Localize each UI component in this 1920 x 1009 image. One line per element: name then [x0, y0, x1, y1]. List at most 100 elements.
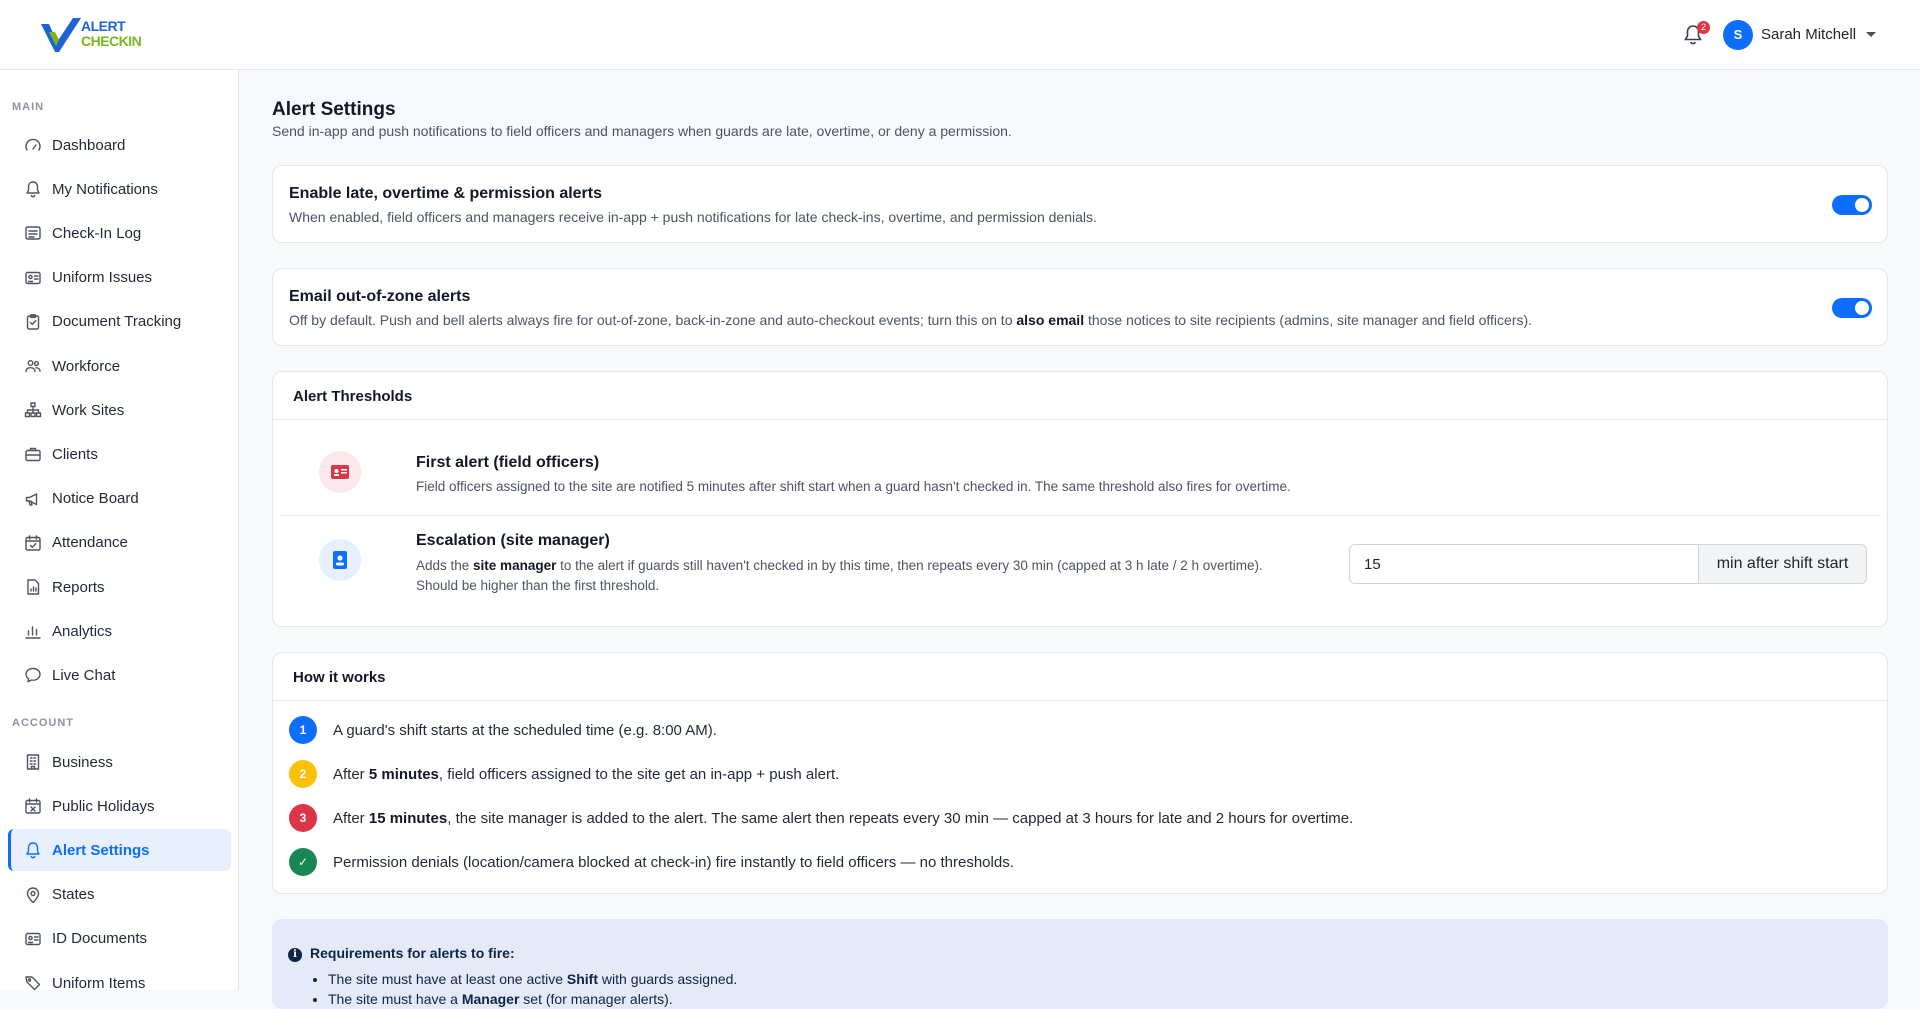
- requirements-callout: i Requirements for alerts to fire: The s…: [272, 919, 1888, 1009]
- bell-icon: [24, 180, 42, 198]
- sidebar-item-dashboard[interactable]: Dashboard: [8, 124, 231, 166]
- thresholds-header-title: Alert Thresholds: [293, 388, 413, 405]
- requirement-text-after: set (for manager alerts).: [519, 991, 673, 1007]
- logo-line-1: ALERT: [81, 18, 126, 34]
- page-subtitle: Send in-app and push notifications to fi…: [272, 123, 1012, 139]
- sidebar-item-label: Check-In Log: [52, 224, 142, 242]
- step-text-after: , the site manager is added to the alert…: [447, 809, 1354, 827]
- step-text: Permission denials (location/camera bloc…: [333, 854, 1014, 871]
- sidebar-item-label: Notice Board: [52, 490, 139, 508]
- sidebar-item-label: States: [52, 886, 95, 904]
- briefcase-icon: [24, 445, 42, 463]
- sidebar-item-analytics[interactable]: Analytics: [8, 610, 231, 652]
- map-pin-icon: [24, 886, 42, 904]
- step-text: After 5 minutes, field officers assigned…: [333, 766, 839, 783]
- sidebar-item-business[interactable]: Business: [8, 741, 231, 783]
- escalation-desc-bold: site manager: [473, 558, 557, 573]
- sidebar-item-label: Clients: [52, 445, 98, 463]
- bar-chart-icon: [24, 622, 42, 640]
- sidebar-item-label: My Notifications: [52, 180, 158, 198]
- requirement-text-bold: Shift: [566, 971, 599, 987]
- sidebar-item-notice-board[interactable]: Notice Board: [8, 478, 231, 520]
- sidebar-item-states[interactable]: States: [8, 874, 231, 916]
- user-name[interactable]: Sarah Mitchell: [1761, 26, 1856, 43]
- calendar-check-icon: [24, 534, 42, 552]
- sidebar-item-label: Live Chat: [52, 666, 116, 684]
- escalation-desc-text: Adds the: [416, 558, 474, 573]
- how-it-works-step: ✓ Permission denials (location/camera blo…: [289, 847, 1014, 877]
- email-alerts-toggle[interactable]: [1832, 298, 1872, 318]
- step-text-before: After: [333, 765, 369, 783]
- sidebar-item-label: Public Holidays: [52, 797, 155, 815]
- chat-icon: [24, 666, 42, 684]
- step-text-before: After: [333, 809, 369, 827]
- requirement-text-before: The site must have at least one active: [328, 971, 567, 987]
- sidebar-item-document-tracking[interactable]: Document Tracking: [8, 301, 231, 343]
- sidebar-item-check-in-log[interactable]: Check-In Log: [8, 212, 231, 254]
- alert-thresholds-card: Alert Thresholds First alert (field offi…: [272, 371, 1888, 627]
- requirement-item: The site must have at least one active S…: [328, 969, 737, 989]
- escalation-minutes-input[interactable]: [1350, 545, 1698, 583]
- how-it-works-step: 2 After 5 minutes, field officers assigne…: [289, 759, 839, 789]
- sidebar-item-reports[interactable]: Reports: [8, 566, 231, 608]
- calendar-x-icon: [24, 797, 42, 815]
- step-number-badge: ✓: [289, 848, 317, 876]
- id-card-icon: [24, 269, 42, 287]
- sidebar-item-label: Workforce: [52, 357, 121, 375]
- notification-count-badge: 2: [1697, 21, 1710, 34]
- first-alert-title: First alert (field officers): [416, 454, 600, 471]
- sidebar-item-label: Analytics: [52, 622, 113, 640]
- report-file-icon: [24, 578, 42, 596]
- first-alert-description: Field officers assigned to the site are …: [416, 479, 1291, 494]
- logo-line-2: CHECKIN: [81, 33, 142, 49]
- threshold-divider: [281, 515, 1881, 516]
- late-alerts-card: Enable late, overtime & permission alert…: [272, 165, 1888, 243]
- sidebar-item-label: ID Documents: [52, 930, 148, 948]
- requirements-list: The site must have at least one active S…: [328, 969, 737, 1009]
- sidebar-item-uniform-issues[interactable]: Uniform Issues: [8, 257, 231, 299]
- escalation-minutes-input-group: min after shift start: [1349, 544, 1867, 584]
- sidebar-item-label: Uniform Items: [52, 974, 146, 992]
- sidebar-item-id-documents[interactable]: ID Documents: [8, 918, 231, 960]
- sidebar-item-label: Dashboard: [52, 136, 126, 154]
- app-logo[interactable]: ALERT CHECKIN: [41, 16, 156, 54]
- sidebar-item-label: Uniform Issues: [52, 269, 153, 287]
- user-avatar[interactable]: S: [1723, 20, 1753, 50]
- late-alerts-description: When enabled, field officers and manager…: [289, 209, 1097, 225]
- sidebar-item-alert-settings[interactable]: Alert Settings: [8, 829, 231, 872]
- sidebar-item-public-holidays[interactable]: Public Holidays: [8, 785, 231, 827]
- sitemap-icon: [24, 401, 42, 419]
- late-alerts-toggle[interactable]: [1832, 195, 1872, 215]
- step-text-bold: 15 minutes: [368, 809, 448, 827]
- sidebar-item-attendance[interactable]: Attendance: [8, 522, 231, 564]
- sidebar-item-label: Business: [52, 753, 113, 771]
- step-text-after: , field officers assigned to the site ge…: [438, 765, 840, 783]
- email-alerts-title: Email out-of-zone alerts: [289, 288, 471, 305]
- chevron-down-icon[interactable]: [1866, 32, 1876, 37]
- sidebar-item-workforce[interactable]: Workforce: [8, 345, 231, 387]
- email-alerts-card: Email out-of-zone alerts Off by default.…: [272, 268, 1888, 346]
- checkmark-logo-icon: [41, 18, 81, 52]
- sidebar-item-uniform-items[interactable]: Uniform Items: [8, 962, 231, 1004]
- sidebar-item-work-sites[interactable]: Work Sites: [8, 389, 231, 431]
- sidebar-item-my-notifications[interactable]: My Notifications: [8, 168, 231, 210]
- people-icon: [24, 357, 42, 375]
- how-it-works-title: How it works: [293, 669, 386, 686]
- step-text: After 15 minutes, the site manager is ad…: [333, 810, 1353, 827]
- top-bar: ALERT CHECKIN 2 S Sarah Mitchell: [0, 0, 1920, 70]
- escalation-desc-line2: Should be higher than the first threshol…: [416, 578, 660, 593]
- sidebar-item-live-chat[interactable]: Live Chat: [8, 654, 231, 696]
- step-number-badge: 2: [289, 760, 317, 788]
- requirement-text-bold: Manager: [461, 991, 520, 1007]
- sidebar-item-clients[interactable]: Clients: [8, 433, 231, 475]
- list-card-icon: [24, 224, 42, 242]
- id-card-icon: [319, 451, 361, 493]
- sidebar-section-main: MAIN: [12, 101, 45, 113]
- escalation-title: Escalation (site manager): [416, 532, 610, 549]
- email-alerts-description: Off by default. Push and bell alerts alw…: [289, 312, 1532, 328]
- requirement-text-before: The site must have a: [328, 991, 462, 1007]
- how-it-works-step: 1 A guard's shift starts at the scheduled…: [289, 715, 717, 745]
- email-desc-bold: also email: [1016, 312, 1085, 328]
- how-it-works-step: 3 After 15 minutes, the site manager is a…: [289, 803, 1353, 833]
- sidebar-item-label: Document Tracking: [52, 313, 182, 331]
